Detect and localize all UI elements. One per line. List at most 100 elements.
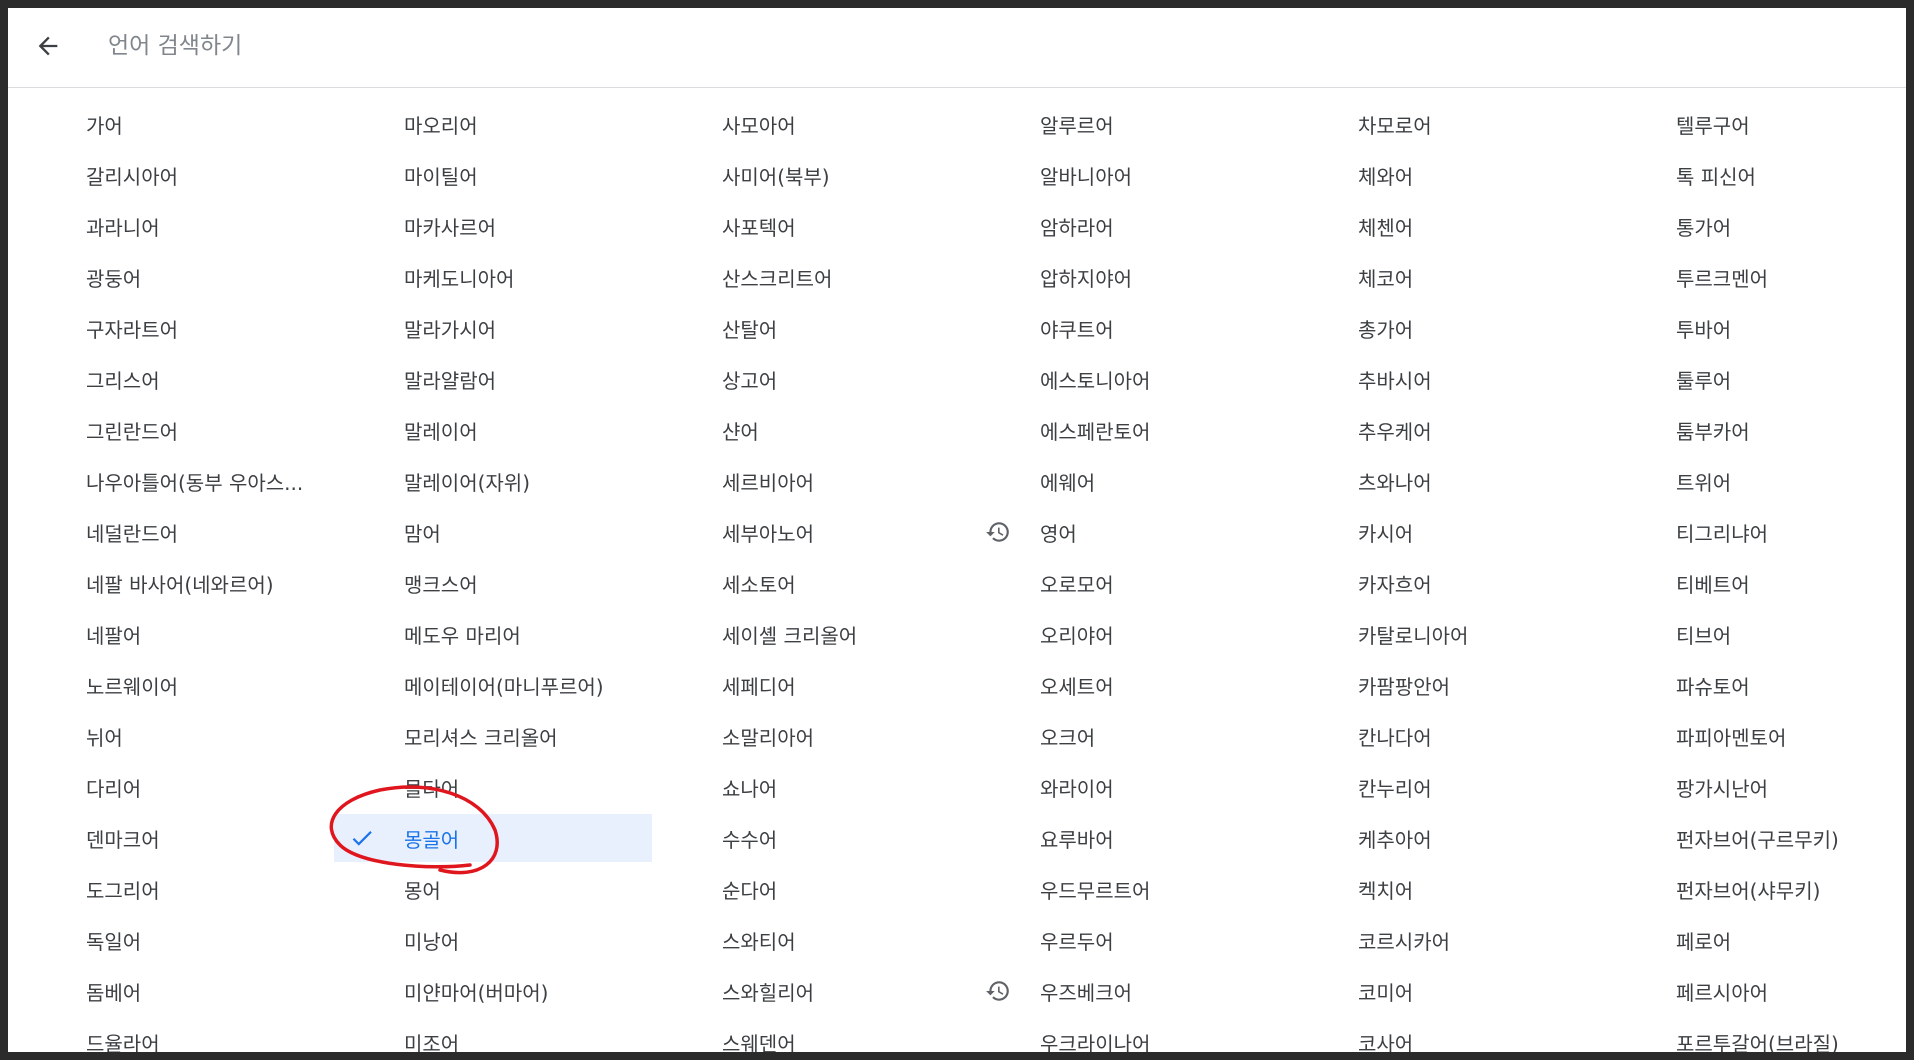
language-item[interactable]: 영어	[970, 508, 1288, 556]
language-item[interactable]: 도그리어	[16, 865, 334, 913]
language-item[interactable]: 미조어	[334, 1018, 652, 1053]
language-item[interactable]: 그리스어	[16, 355, 334, 403]
language-item[interactable]: 맘어	[334, 508, 652, 556]
language-item[interactable]: 샨어	[652, 406, 970, 454]
language-search-input[interactable]	[108, 28, 708, 64]
language-item[interactable]: 에스페란토어	[970, 406, 1288, 454]
language-item[interactable]: 통가어	[1606, 202, 1906, 250]
language-item[interactable]: 세르비아어	[652, 457, 970, 505]
language-item[interactable]: 켁치어	[1288, 865, 1606, 913]
language-item[interactable]: 사미어(북부)	[652, 151, 970, 199]
language-item[interactable]: 페르시아어	[1606, 967, 1906, 1015]
language-item[interactable]: 메도우 마리어	[334, 610, 652, 658]
language-item[interactable]: 펀자브어(샤무키)	[1606, 865, 1906, 913]
language-item[interactable]: 산탈어	[652, 304, 970, 352]
language-item[interactable]: 사모아어	[652, 100, 970, 148]
language-item[interactable]: 추바시어	[1288, 355, 1606, 403]
language-item[interactable]: 세페디어	[652, 661, 970, 709]
language-item[interactable]: 덴마크어	[16, 814, 334, 862]
language-item[interactable]: 알루르어	[970, 100, 1288, 148]
language-item[interactable]: 모리셔스 크리올어	[334, 712, 652, 760]
language-item[interactable]: 페로어	[1606, 916, 1906, 964]
language-item[interactable]: 펀자브어(구르무키)	[1606, 814, 1906, 862]
language-item[interactable]: 투르크멘어	[1606, 253, 1906, 301]
language-item[interactable]: 팡가시난어	[1606, 763, 1906, 811]
language-item[interactable]: 우크라이나어	[970, 1018, 1288, 1053]
language-item[interactable]: 체첸어	[1288, 202, 1606, 250]
language-item[interactable]: 가어	[16, 100, 334, 148]
language-item[interactable]: 코르시카어	[1288, 916, 1606, 964]
language-item[interactable]: 마카사르어	[334, 202, 652, 250]
language-item[interactable]: 툼부카어	[1606, 406, 1906, 454]
language-item[interactable]: 우르두어	[970, 916, 1288, 964]
language-item[interactable]: 오리야어	[970, 610, 1288, 658]
language-item[interactable]: 세부아노어	[652, 508, 970, 556]
language-item[interactable]: 포르투갈어(브라질)	[1606, 1018, 1906, 1053]
language-item[interactable]: 미낭어	[334, 916, 652, 964]
language-item[interactable]: 체와어	[1288, 151, 1606, 199]
language-item[interactable]: 스웨덴어	[652, 1018, 970, 1053]
language-item-selected[interactable]: 몽골어	[334, 814, 652, 862]
back-button[interactable]	[28, 26, 68, 66]
language-item[interactable]: 와라이어	[970, 763, 1288, 811]
language-item[interactable]: 파피아멘토어	[1606, 712, 1906, 760]
language-item[interactable]: 말레이어(자위)	[334, 457, 652, 505]
language-item[interactable]: 코사어	[1288, 1018, 1606, 1053]
language-item[interactable]: 추우케어	[1288, 406, 1606, 454]
language-item[interactable]: 스와티어	[652, 916, 970, 964]
language-item[interactable]: 카팜팡안어	[1288, 661, 1606, 709]
language-item[interactable]: 미얀마어(버마어)	[334, 967, 652, 1015]
language-item[interactable]: 구자라트어	[16, 304, 334, 352]
language-item[interactable]: 파슈토어	[1606, 661, 1906, 709]
language-item[interactable]: 돔베어	[16, 967, 334, 1015]
language-item[interactable]: 네팔 바사어(네와르어)	[16, 559, 334, 607]
language-item[interactable]: 순다어	[652, 865, 970, 913]
language-item[interactable]: 네덜란드어	[16, 508, 334, 556]
language-item[interactable]: 압하지야어	[970, 253, 1288, 301]
language-item[interactable]: 총가어	[1288, 304, 1606, 352]
language-item[interactable]: 우즈베크어	[970, 967, 1288, 1015]
language-item[interactable]: 카자흐어	[1288, 559, 1606, 607]
language-item[interactable]: 티브어	[1606, 610, 1906, 658]
language-item[interactable]: 말라가시어	[334, 304, 652, 352]
language-item[interactable]: 스와힐리어	[652, 967, 970, 1015]
language-item[interactable]: 광둥어	[16, 253, 334, 301]
language-item[interactable]: 과라니어	[16, 202, 334, 250]
language-item[interactable]: 카탈로니아어	[1288, 610, 1606, 658]
language-item[interactable]: 케추아어	[1288, 814, 1606, 862]
language-item[interactable]: 티베트어	[1606, 559, 1906, 607]
language-item[interactable]: 독일어	[16, 916, 334, 964]
language-item[interactable]: 상고어	[652, 355, 970, 403]
language-item[interactable]: 나우아틀어(동부 우아스...	[16, 457, 334, 505]
language-item[interactable]: 암하라어	[970, 202, 1288, 250]
language-item[interactable]: 칸나다어	[1288, 712, 1606, 760]
language-item[interactable]: 차모로어	[1288, 100, 1606, 148]
language-item[interactable]: 몰타어	[334, 763, 652, 811]
language-item[interactable]: 톡 피신어	[1606, 151, 1906, 199]
language-item[interactable]: 투바어	[1606, 304, 1906, 352]
language-item[interactable]: 카시어	[1288, 508, 1606, 556]
language-item[interactable]: 세소토어	[652, 559, 970, 607]
language-item[interactable]: 네팔어	[16, 610, 334, 658]
language-item[interactable]: 뉘어	[16, 712, 334, 760]
language-item[interactable]: 오세트어	[970, 661, 1288, 709]
language-item[interactable]: 그린란드어	[16, 406, 334, 454]
language-item[interactable]: 드율라어	[16, 1018, 334, 1053]
language-item[interactable]: 쇼나어	[652, 763, 970, 811]
language-item[interactable]: 몽어	[334, 865, 652, 913]
language-item[interactable]: 툴루어	[1606, 355, 1906, 403]
language-item[interactable]: 갈리시아어	[16, 151, 334, 199]
language-item[interactable]: 트위어	[1606, 457, 1906, 505]
language-item[interactable]: 텔루구어	[1606, 100, 1906, 148]
language-item[interactable]: 칸누리어	[1288, 763, 1606, 811]
language-item[interactable]: 야쿠트어	[970, 304, 1288, 352]
language-item[interactable]: 츠와나어	[1288, 457, 1606, 505]
language-item[interactable]: 맹크스어	[334, 559, 652, 607]
language-item[interactable]: 오로모어	[970, 559, 1288, 607]
language-item[interactable]: 말레이어	[334, 406, 652, 454]
language-item[interactable]: 체코어	[1288, 253, 1606, 301]
language-item[interactable]: 수수어	[652, 814, 970, 862]
language-item[interactable]: 티그리냐어	[1606, 508, 1906, 556]
language-item[interactable]: 오크어	[970, 712, 1288, 760]
language-item[interactable]: 메이테이어(마니푸르어)	[334, 661, 652, 709]
